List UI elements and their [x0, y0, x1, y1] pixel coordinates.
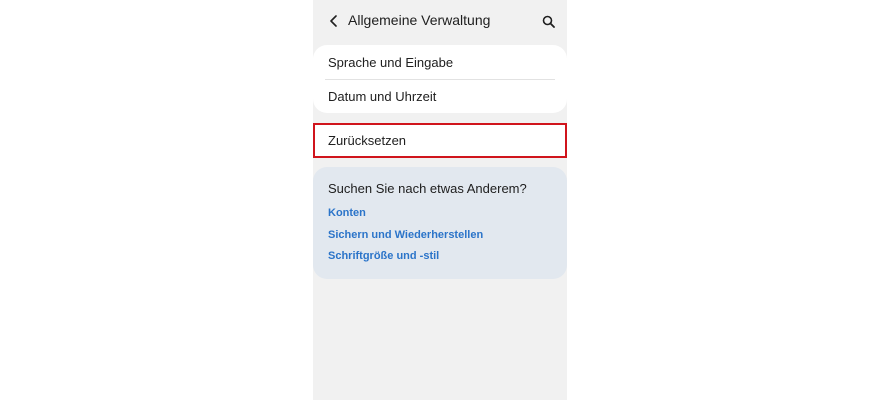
- suggestions-card: Suchen Sie nach etwas Anderem? Konten Si…: [313, 167, 567, 279]
- suggestion-link-accounts[interactable]: Konten: [328, 207, 366, 219]
- suggestion-link-backup-restore[interactable]: Sichern und Wiederherstellen: [328, 229, 483, 241]
- page-title: Allgemeine Verwaltung: [348, 12, 491, 28]
- back-button[interactable]: [323, 10, 345, 32]
- suggestions-title: Suchen Sie nach etwas Anderem?: [328, 181, 527, 196]
- app-bar: Allgemeine Verwaltung: [313, 0, 567, 42]
- search-icon: [542, 15, 555, 28]
- divider: [325, 79, 555, 80]
- settings-screen: Allgemeine Verwaltung Sprache und Eingab…: [313, 0, 567, 400]
- menu-item-reset[interactable]: Zurücksetzen: [313, 123, 567, 158]
- settings-group-card: Sprache und Eingabe Datum und Uhrzeit: [313, 45, 567, 113]
- menu-item-reset-label: Zurücksetzen: [328, 133, 407, 148]
- suggestion-link-font-size-style[interactable]: Schriftgröße und -stil: [328, 250, 439, 262]
- menu-item-language-input[interactable]: Sprache und Eingabe: [328, 55, 453, 70]
- menu-item-date-time[interactable]: Datum und Uhrzeit: [328, 89, 436, 104]
- search-button[interactable]: [537, 10, 559, 32]
- chevron-left-icon: [330, 15, 337, 27]
